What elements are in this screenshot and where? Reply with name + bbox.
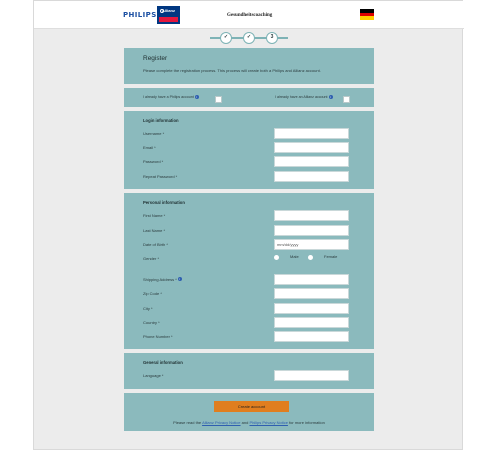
register-title: Register — [143, 55, 168, 62]
personal-section-title: Personal information — [143, 200, 185, 205]
country-label: Country * — [143, 320, 160, 325]
language-label: Language * — [143, 373, 164, 378]
submit-panel: Create account Please read the Allianz P… — [124, 393, 374, 431]
general-panel: General information Language * — [124, 353, 374, 389]
footer-and: and — [241, 420, 249, 425]
gender-male-radio[interactable] — [274, 255, 279, 260]
philips-account-label: I already have a Philips account i — [143, 95, 199, 99]
allianz-account-checkbox[interactable] — [343, 96, 350, 103]
site-header: PHILIPS Allianz Gesundheitscoaching — [34, 1, 464, 29]
phone-label: Phone Number * — [143, 334, 173, 339]
progress-steps: ✓ ✓ 3 — [208, 31, 290, 45]
gender-label: Gender * — [143, 256, 160, 261]
gender-female-radio[interactable] — [308, 255, 313, 260]
allianz-privacy-link[interactable]: Allianz Privacy Notice — [202, 420, 240, 425]
email-label: Email * — [143, 145, 156, 150]
last-name-input[interactable] — [274, 225, 349, 236]
repeat-password-label: Repeat Password * — [143, 174, 178, 179]
dob-input[interactable]: mm/dd/yyyy — [274, 239, 349, 250]
zip-label: Zip Code * — [143, 291, 162, 296]
repeat-password-input[interactable] — [274, 171, 349, 182]
gender-female-label: Female — [324, 254, 338, 259]
password-label: Password * — [143, 159, 164, 164]
username-input[interactable] — [274, 128, 349, 139]
philips-privacy-link[interactable]: Philips Privacy Notice — [249, 420, 287, 425]
language-select[interactable] — [274, 370, 349, 381]
allianz-logo-text: Allianz — [162, 8, 175, 13]
gender-options: Male Female — [274, 253, 354, 262]
zip-input[interactable] — [274, 288, 349, 299]
step-3-indicator: 3 — [266, 32, 278, 44]
shipping-address-text: Shipping Address * — [143, 277, 177, 282]
allianz-account-text: I already have an Allianz account — [275, 95, 328, 99]
first-name-input[interactable] — [274, 210, 349, 221]
phone-input[interactable] — [274, 331, 349, 342]
shipping-address-input[interactable] — [274, 274, 349, 285]
login-panel: Login information Username * Email * Pas… — [124, 111, 374, 189]
register-panel: Register Please complete the registratio… — [124, 48, 374, 84]
privacy-footer: Please read the Allianz Privacy Notice a… — [124, 420, 374, 425]
site-title: Gesundheitscoaching — [227, 13, 273, 18]
email-input[interactable] — [274, 142, 349, 153]
german-flag-icon[interactable] — [360, 9, 374, 20]
register-description: Please complete the registration process… — [143, 68, 321, 73]
username-label: Username * — [143, 131, 165, 136]
gender-male-label: Male — [290, 254, 299, 259]
existing-account-panel: I already have a Philips account i I alre… — [124, 88, 374, 107]
city-input[interactable] — [274, 303, 349, 314]
footer-suffix: for more information — [289, 420, 325, 425]
country-input[interactable] — [274, 317, 349, 328]
create-account-button[interactable]: Create account — [214, 401, 289, 412]
step-2-check-icon: ✓ — [243, 32, 255, 44]
flag-stripe-gold — [360, 16, 374, 20]
philips-logo[interactable]: PHILIPS — [123, 11, 157, 19]
login-section-title: Login information — [143, 118, 179, 123]
allianz-logo[interactable]: Allianz — [157, 6, 180, 24]
dob-label: Date of Birth * — [143, 242, 168, 247]
footer-prefix: Please read the — [173, 420, 202, 425]
info-icon[interactable]: i — [328, 95, 333, 99]
info-icon[interactable]: i — [194, 95, 199, 99]
last-name-label: Last Name * — [143, 228, 166, 233]
password-input[interactable] — [274, 156, 349, 167]
shipping-address-label: Shipping Address * i — [143, 277, 182, 282]
first-name-label: First Name * — [143, 213, 166, 218]
allianz-account-label: I already have an Allianz account i — [275, 95, 333, 99]
info-icon[interactable]: i — [177, 277, 182, 281]
general-section-title: General information — [143, 360, 183, 365]
allianz-logo-strip — [159, 17, 178, 22]
city-label: City * — [143, 306, 153, 311]
step-1-check-icon: ✓ — [220, 32, 232, 44]
philips-account-text: I already have a Philips account — [143, 95, 194, 99]
page-frame: PHILIPS Allianz Gesundheitscoaching ✓ ✓ … — [33, 0, 464, 450]
personal-panel: Personal information First Name * Last N… — [124, 193, 374, 349]
philips-account-checkbox[interactable] — [215, 96, 222, 103]
